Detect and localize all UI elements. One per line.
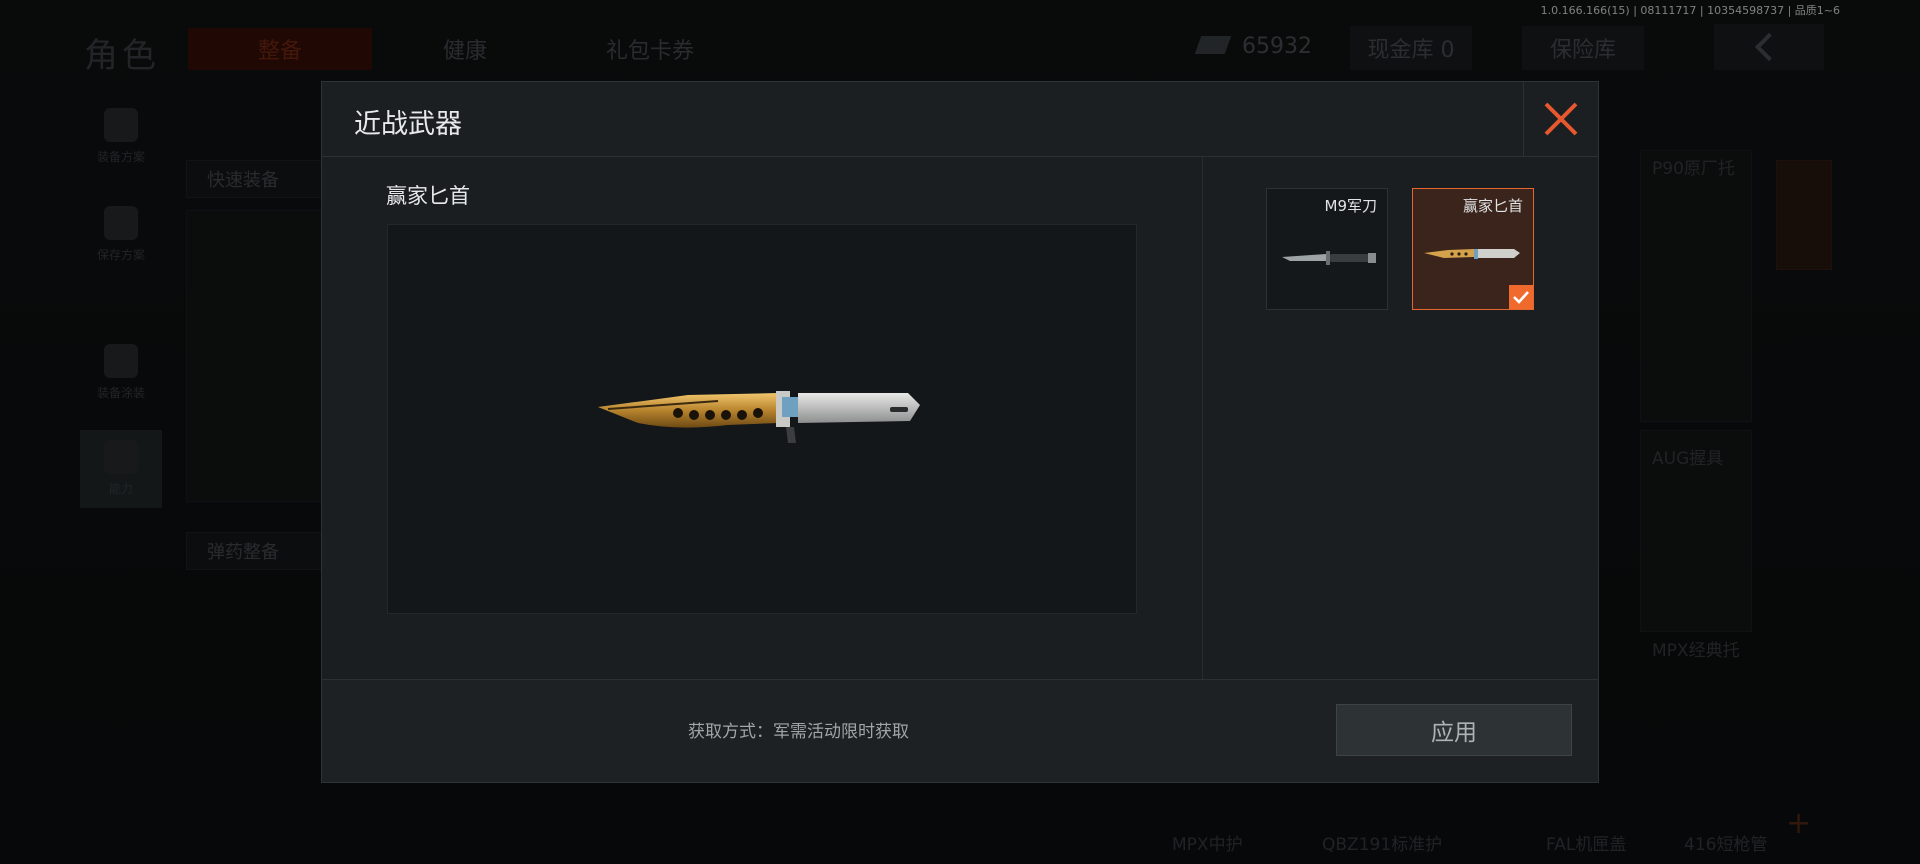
weapon-preview — [387, 224, 1137, 614]
m9-bayonet-image — [1282, 251, 1376, 265]
acquire-method-text: 获取方式：军需活动限时获取 — [688, 722, 909, 742]
dialog-title: 近战武器 — [354, 109, 462, 140]
close-button[interactable] — [1523, 82, 1598, 156]
selected-check — [1509, 285, 1533, 309]
melee-weapon-dialog: 近战武器 赢家匕首 M9军刀 赢家匕首 获取方式：军需活动限时获取 应用 — [321, 81, 1599, 783]
close-icon — [1544, 102, 1578, 136]
preview-weapon-name: 赢家匕首 — [386, 184, 470, 208]
dialog-divider — [1202, 156, 1203, 692]
dialog-footer: 获取方式：军需活动限时获取 应用 — [322, 679, 1598, 782]
winner-dagger-image — [598, 391, 920, 443]
weapon-card-winner-dagger[interactable]: 赢家匕首 — [1412, 188, 1534, 310]
weapon-card-m9[interactable]: M9军刀 — [1266, 188, 1388, 310]
weapon-card-label: 赢家匕首 — [1462, 197, 1523, 215]
winner-dagger-thumb — [1424, 249, 1520, 259]
check-icon — [1513, 291, 1529, 304]
dialog-header: 近战武器 — [322, 82, 1598, 157]
apply-button[interactable]: 应用 — [1336, 704, 1572, 756]
weapon-card-label: M9军刀 — [1324, 197, 1378, 215]
